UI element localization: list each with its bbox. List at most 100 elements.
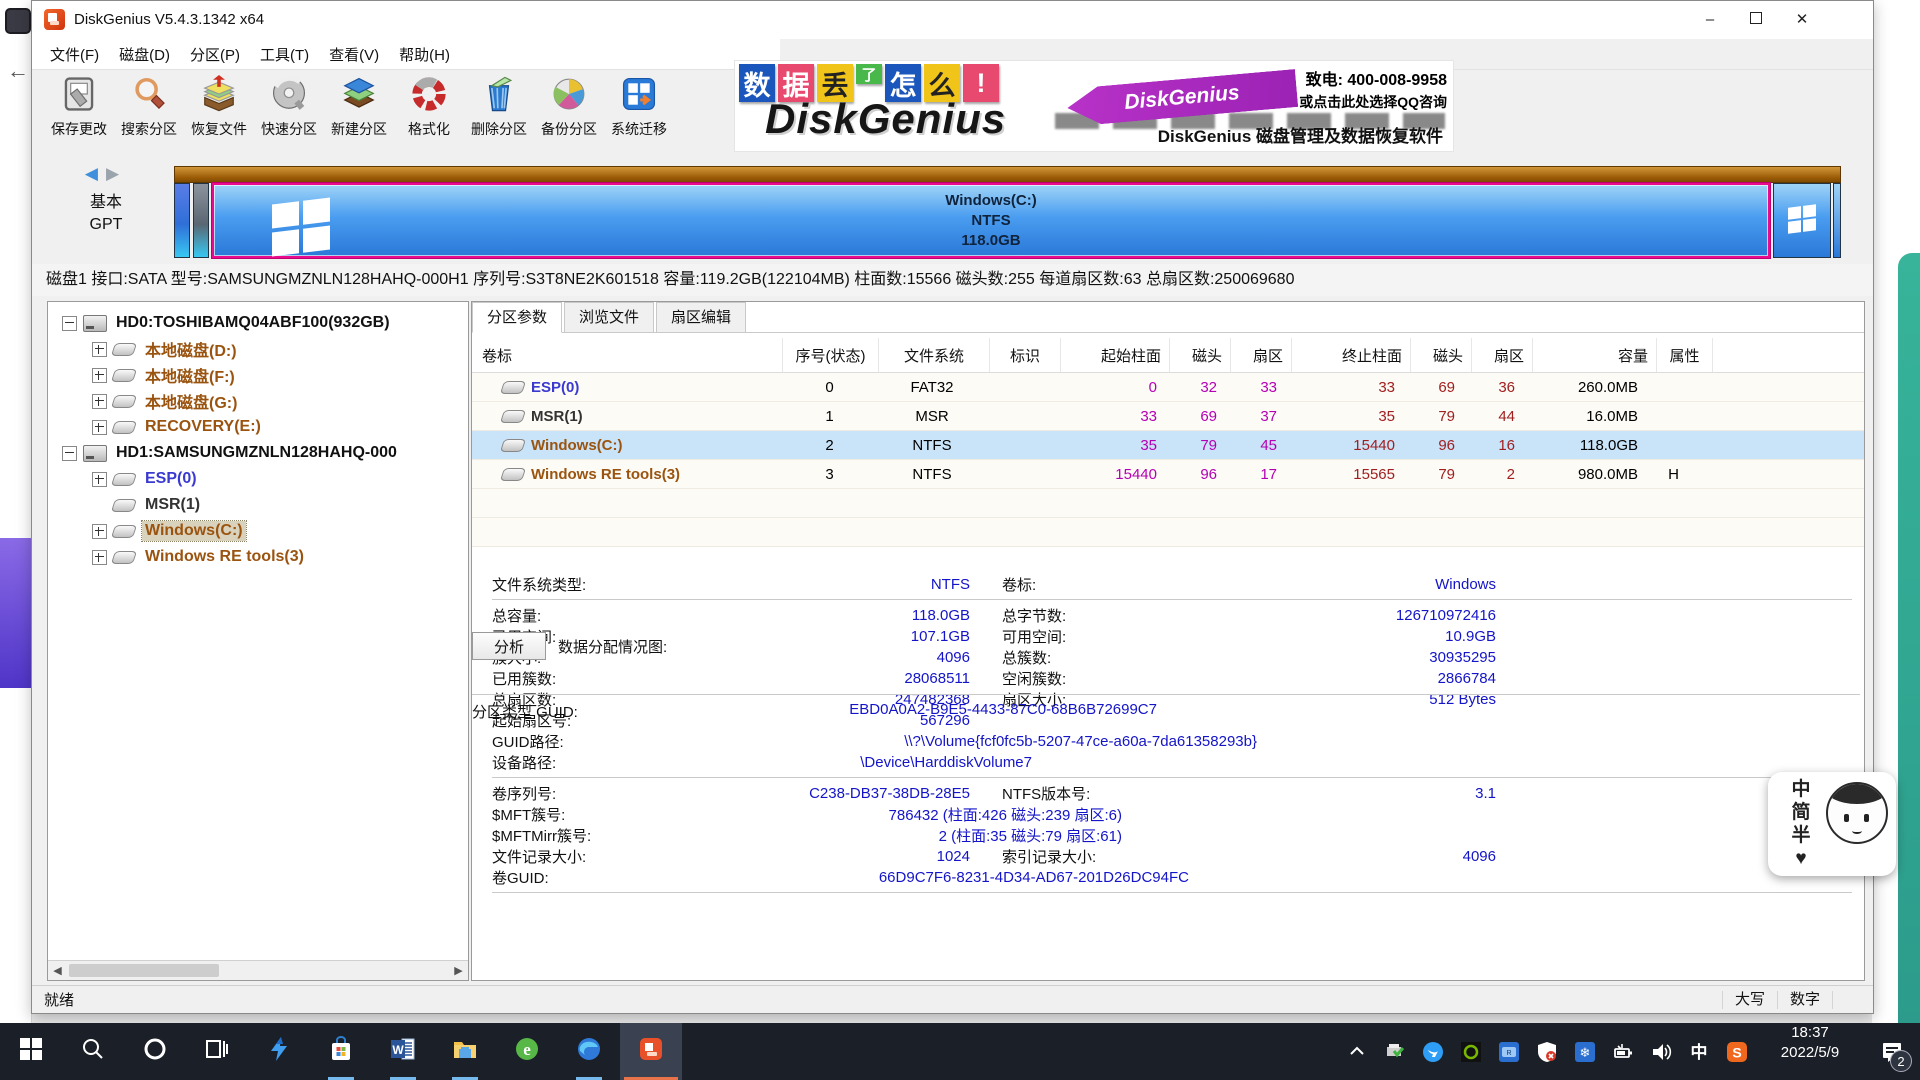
tab-浏览文件[interactable]: 浏览文件 xyxy=(564,302,654,332)
close-button[interactable]: ✕ xyxy=(1779,1,1825,39)
next-disk-icon[interactable]: ▶ xyxy=(106,164,127,183)
expander-icon[interactable] xyxy=(62,316,77,331)
tray-snowflake-icon[interactable]: ❄ xyxy=(1566,1023,1604,1080)
scrollbar-thumb[interactable] xyxy=(69,964,219,977)
tab-分区参数[interactable]: 分区参数 xyxy=(472,302,562,333)
cortana-button[interactable] xyxy=(124,1023,186,1080)
app-store[interactable] xyxy=(310,1023,372,1080)
menu-item[interactable]: 磁盘(D) xyxy=(109,41,180,68)
column-header-标识[interactable]: 标识 xyxy=(990,338,1061,372)
toolbar-button-备份分区[interactable]: 备份分区 xyxy=(534,70,604,150)
tray-power-icon[interactable] xyxy=(1604,1023,1642,1080)
toolbar-button-快速分区[interactable]: 快速分区 xyxy=(254,70,324,150)
tab-扇区编辑[interactable]: 扇区编辑 xyxy=(656,302,746,332)
tray-ime-icon[interactable]: 中 xyxy=(1680,1023,1718,1080)
tray-defender-icon[interactable] xyxy=(1528,1023,1566,1080)
menu-item[interactable]: 分区(P) xyxy=(180,41,250,68)
segment-windows-re[interactable] xyxy=(1773,183,1831,258)
menu-item[interactable]: 工具(T) xyxy=(250,41,319,68)
task-view-button[interactable] xyxy=(186,1023,248,1080)
column-header-起始柱面[interactable]: 起始柱面 xyxy=(1061,338,1170,372)
expander-icon[interactable] xyxy=(92,342,107,357)
toolbar-button-恢复文件[interactable]: 恢复文件 xyxy=(184,70,254,150)
prev-disk-icon[interactable]: ◀ xyxy=(85,164,106,183)
toolbar-button-删除分区[interactable]: 删除分区 xyxy=(464,70,534,150)
tray-nvidia-icon[interactable] xyxy=(1452,1023,1490,1080)
app-word[interactable]: W xyxy=(372,1023,434,1080)
expander-icon[interactable] xyxy=(92,368,107,383)
tray-intel-icon[interactable]: R xyxy=(1490,1023,1528,1080)
menu-item[interactable]: 文件(F) xyxy=(40,41,109,68)
column-header-文件系统[interactable]: 文件系统 xyxy=(879,338,990,372)
disk-header-strip[interactable] xyxy=(174,166,1841,183)
tree-horizontal-scrollbar[interactable]: ◀ ▶ xyxy=(48,960,468,980)
segment-msr[interactable] xyxy=(193,183,209,258)
tree-item-Windows RE tools(3)[interactable]: Windows RE tools(3) xyxy=(48,544,468,570)
toolbar-button-搜索分区[interactable]: 搜索分区 xyxy=(114,70,184,150)
expander-icon[interactable] xyxy=(92,394,107,409)
search-button[interactable] xyxy=(62,1023,124,1080)
tree-item-本地磁盘(F:)[interactable]: 本地磁盘(F:) xyxy=(48,362,468,388)
start-button[interactable] xyxy=(0,1023,62,1080)
action-center-button[interactable]: 2 xyxy=(1864,1023,1920,1080)
tray-sogou-icon[interactable]: S xyxy=(1718,1023,1756,1080)
column-header-磁头[interactable]: 磁头 xyxy=(1411,338,1472,372)
toolbar-button-保存更改[interactable]: 保存更改 xyxy=(44,70,114,150)
table-row-Windows RE tools(3)[interactable]: Windows RE tools(3)3NTFS1544096171556579… xyxy=(472,460,1864,489)
expander-icon[interactable] xyxy=(92,420,107,435)
ime-floating-widget[interactable]: 中简半♥ xyxy=(1768,772,1896,876)
scroll-left-icon[interactable]: ◀ xyxy=(48,961,67,980)
tree-item-ESP(0)[interactable]: ESP(0) xyxy=(48,466,468,492)
tray-dingtalk-icon[interactable] xyxy=(1414,1023,1452,1080)
expander-icon[interactable] xyxy=(92,550,107,565)
app-diskgenius[interactable] xyxy=(620,1023,682,1080)
column-header-磁头[interactable]: 磁头 xyxy=(1170,338,1231,372)
toolbar-button-格式化[interactable]: 格式化 xyxy=(394,70,464,150)
column-header-序号(状态)[interactable]: 序号(状态) xyxy=(783,338,879,372)
banner-contact[interactable]: 致电: 400-008-9958 或点击此处选择QQ咨询 xyxy=(1299,66,1447,112)
minimize-button[interactable]: – xyxy=(1687,1,1733,39)
table-row-ESP(0)[interactable]: ESP(0)0FAT3203233336936260.0MB xyxy=(472,373,1864,402)
segment-esp[interactable] xyxy=(174,183,190,258)
tree-item-Windows(C:)[interactable]: Windows(C:) xyxy=(48,518,468,544)
scroll-right-icon[interactable]: ▶ xyxy=(449,961,468,980)
segment-windows-c[interactable]: Windows(C:) NTFS 118.0GB xyxy=(212,183,1770,258)
tree-item-本地磁盘(D:)[interactable]: 本地磁盘(D:) xyxy=(48,336,468,362)
banner-qq-label[interactable]: 或点击此处选择QQ咨询 xyxy=(1299,92,1447,112)
app-edge[interactable] xyxy=(558,1023,620,1080)
column-header-卷标[interactable]: 卷标 xyxy=(472,338,783,372)
toolbar-button-系统迁移[interactable]: 系统迁移 xyxy=(604,70,674,150)
tree-item-本地磁盘(G:)[interactable]: 本地磁盘(G:) xyxy=(48,388,468,414)
tree-item-MSR(1)[interactable]: MSR(1) xyxy=(48,492,468,518)
detail-label: 总簇数: xyxy=(1002,647,1152,668)
toolbar-button-新建分区[interactable]: 新建分区 xyxy=(324,70,394,150)
table-row-Windows(C:)[interactable]: Windows(C:)2NTFS357945154409616118.0GB xyxy=(472,431,1864,460)
expander-icon[interactable] xyxy=(92,472,107,487)
expander-icon[interactable] xyxy=(62,446,77,461)
tree-item-RECOVERY(E:)[interactable]: RECOVERY(E:) xyxy=(48,414,468,440)
app-browser-360[interactable]: e xyxy=(496,1023,558,1080)
tree-item-HD1:SAMSUNGMZNLN128HAHQ-000[interactable]: HD1:SAMSUNGMZNLN128HAHQ-000 xyxy=(48,440,468,466)
tree-item-HD0:TOSHIBAMQ04ABF100(932GB)[interactable]: HD0:TOSHIBAMQ04ABF100(932GB) xyxy=(48,310,468,336)
tray-volume-icon[interactable] xyxy=(1642,1023,1680,1080)
app-explorer[interactable] xyxy=(434,1023,496,1080)
column-header-属性[interactable]: 属性 xyxy=(1657,338,1713,372)
column-header-扇区[interactable]: 扇区 xyxy=(1231,338,1292,372)
column-header-容量[interactable]: 容量 xyxy=(1533,338,1657,372)
column-header-扇区[interactable]: 扇区 xyxy=(1472,338,1533,372)
ad-banner[interactable]: 数据丢了怎么! DiskGenius DiskGenius 致电: 400-00… xyxy=(735,61,1453,151)
app-thunder[interactable] xyxy=(248,1023,310,1080)
column-header-终止柱面[interactable]: 终止柱面 xyxy=(1292,338,1411,372)
tray-expand-icon[interactable] xyxy=(1338,1023,1376,1080)
expander-icon[interactable] xyxy=(92,524,107,539)
status-ready-label: 就绪 xyxy=(32,989,1722,1010)
diskgenius-window: DiskGenius V5.4.3.1342 x64 – ✕ 文件(F)磁盘(D… xyxy=(31,0,1874,1014)
menu-item[interactable]: 帮助(H) xyxy=(389,41,460,68)
status-caps-label: 大写 xyxy=(1722,991,1777,1009)
analyze-button[interactable]: 分析 xyxy=(472,632,546,660)
table-row-MSR(1)[interactable]: MSR(1)1MSR33693735794416.0MB xyxy=(472,402,1864,431)
menu-item[interactable]: 查看(V) xyxy=(319,41,389,68)
maximize-button[interactable] xyxy=(1733,1,1779,39)
tray-printer-icon[interactable] xyxy=(1376,1023,1414,1080)
taskbar-clock[interactable]: 18:37 2022/5/9 xyxy=(1756,1023,1864,1080)
